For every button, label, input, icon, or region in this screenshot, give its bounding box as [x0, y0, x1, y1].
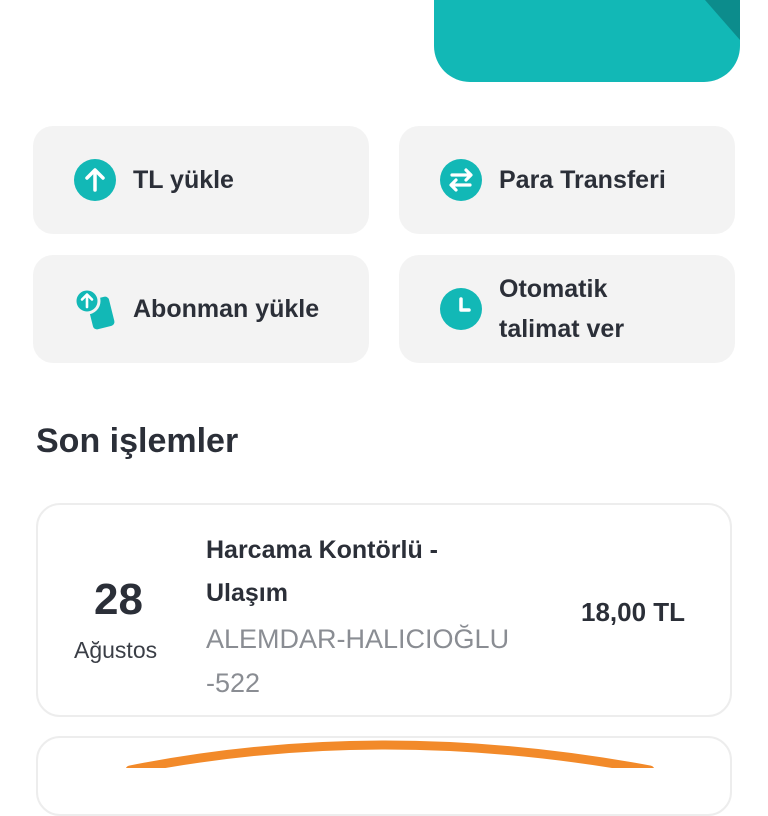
tl-yukle-label: TL yükle — [133, 166, 234, 194]
otomatik-talimat-label: Otomatik talimat ver — [499, 275, 625, 343]
otomatik-talimat-button[interactable]: Otomatik talimat ver — [399, 255, 735, 363]
transaction-row[interactable]: 28 Ağustos Harcama Kontörlü - Ulaşım ALE… — [36, 503, 732, 717]
card-topup-icon — [73, 287, 117, 331]
clock-icon — [439, 287, 483, 331]
highlight-arc-decoration — [125, 740, 655, 768]
arrow-up-circle-icon — [73, 158, 117, 202]
recent-transactions-title: Son işlemler — [36, 422, 239, 460]
abonman-yukle-label: Abonman yükle — [133, 295, 320, 323]
card-preview[interactable] — [434, 0, 740, 82]
para-transferi-label: Para Transferi — [499, 166, 666, 194]
tl-yukle-button[interactable]: TL yükle — [33, 126, 369, 234]
card-fold-decoration — [670, 0, 740, 40]
transaction-day: 28 — [94, 575, 143, 624]
transaction-month: Ağustos — [74, 637, 158, 663]
transaction-amount: 18,00 TL — [581, 597, 686, 627]
transaction-location: ALEMDAR-HALICIOĞLU -522 — [206, 624, 510, 698]
abonman-yukle-button[interactable]: Abonman yükle — [33, 255, 369, 363]
para-transferi-button[interactable]: Para Transferi — [399, 126, 735, 234]
transfer-arrows-icon — [439, 158, 483, 202]
transaction-title: Harcama Kontörlü - Ulaşım — [206, 536, 438, 607]
